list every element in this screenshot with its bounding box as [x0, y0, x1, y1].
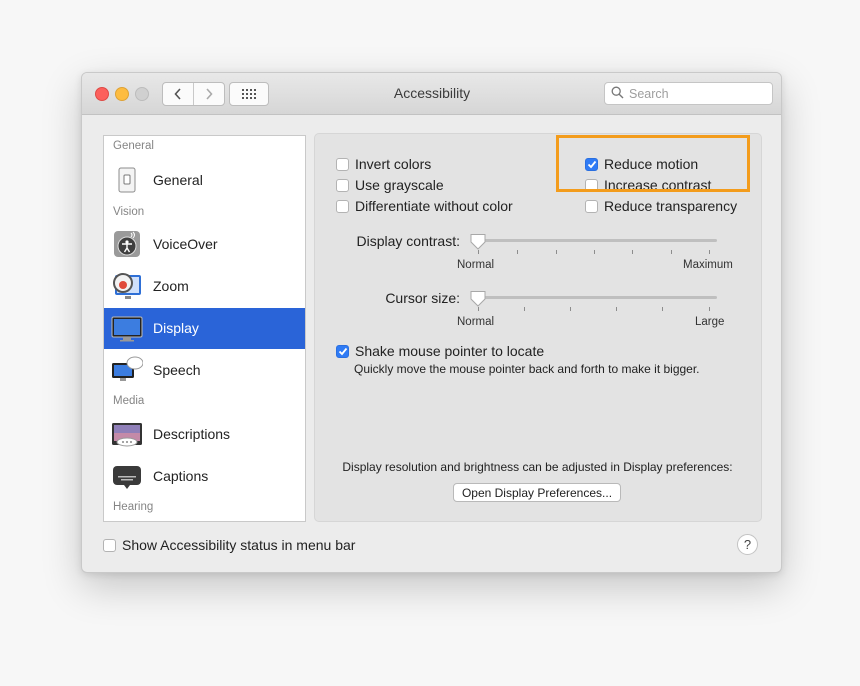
forward-button[interactable]	[193, 83, 224, 105]
sidebar-item-general[interactable]: General	[104, 160, 305, 201]
grid-icon	[242, 89, 256, 99]
slider-tick	[632, 250, 633, 254]
search-input[interactable]	[627, 85, 769, 103]
sidebar-item-label: Zoom	[153, 278, 189, 294]
speech-icon	[111, 354, 144, 386]
shake-pointer-checkbox[interactable]: Shake mouse pointer to locate	[336, 343, 544, 359]
accessibility-window: Accessibility General General Vision	[81, 72, 782, 573]
display-preferences-note: Display resolution and brightness can be…	[342, 460, 733, 474]
slider-tick	[671, 250, 672, 254]
slider-tick	[570, 307, 571, 311]
display-contrast-max-label: Maximum	[683, 259, 733, 271]
cursor-size-slider-thumb[interactable]	[469, 290, 487, 308]
show-all-button[interactable]	[229, 82, 269, 106]
checkmark-icon	[338, 347, 347, 355]
show-status-in-menu-bar-checkbox[interactable]: Show Accessibility status in menu bar	[103, 537, 355, 553]
sidebar-item-label: Display	[153, 320, 199, 336]
descriptions-icon	[111, 418, 143, 450]
sidebar-item-captions[interactable]: Captions	[104, 456, 305, 497]
highlight-box	[556, 135, 750, 192]
general-switch-icon	[111, 164, 143, 196]
sidebar-group-general: General	[113, 140, 154, 152]
checkbox-box[interactable]	[336, 199, 349, 213]
checkbox-box[interactable]	[336, 344, 349, 358]
sidebar-item-label: Descriptions	[153, 426, 231, 442]
sidebar-item-label: Speech	[153, 362, 201, 378]
window-title: Accessibility	[393, 85, 471, 101]
checkbox-label: Differentiate without color	[355, 198, 513, 214]
sidebar-item-label: General	[153, 172, 203, 188]
category-sidebar: General General Vision VoiceOver Zoom Di…	[103, 135, 306, 522]
help-button[interactable]: ?	[737, 534, 758, 555]
slider-tick	[709, 250, 710, 254]
close-button[interactable]	[95, 87, 109, 101]
display-contrast-label: Display contrast:	[356, 233, 460, 249]
shake-pointer-description: Quickly move the mouse pointer back and …	[354, 362, 700, 376]
slider-tick	[594, 250, 595, 254]
chevron-right-icon	[206, 88, 213, 100]
reduce-transparency-checkbox[interactable]: Reduce transparency	[585, 198, 737, 214]
slider-tick	[524, 307, 525, 311]
sidebar-group-vision: Vision	[113, 206, 145, 218]
cursor-size-min-label: Normal	[457, 316, 495, 328]
cursor-size-max-label: Large	[695, 316, 725, 328]
differentiate-without-color-checkbox[interactable]: Differentiate without color	[336, 198, 513, 214]
checkbox-box[interactable]	[336, 157, 349, 171]
sidebar-item-display[interactable]: Display	[104, 308, 305, 349]
checkbox-box[interactable]	[585, 199, 598, 213]
slider-tick	[616, 307, 617, 311]
sidebar-group-hearing: Hearing	[113, 501, 154, 513]
slider-tick	[517, 250, 518, 254]
captions-icon	[111, 460, 143, 492]
chevron-left-icon	[174, 88, 181, 100]
nav-buttons	[162, 82, 225, 106]
open-display-preferences-button[interactable]: Open Display Preferences...	[453, 483, 621, 502]
cursor-size-track[interactable]	[478, 296, 717, 299]
sidebar-group-media: Media	[113, 395, 145, 407]
zoom-button[interactable]	[135, 87, 149, 101]
slider-tick	[556, 250, 557, 254]
display-contrast-slider-thumb[interactable]	[469, 233, 487, 251]
sidebar-item-descriptions[interactable]: Descriptions	[104, 414, 305, 455]
sidebar-item-label: Captions	[153, 468, 209, 484]
zoom-icon	[111, 270, 143, 302]
cursor-size-label: Cursor size:	[385, 290, 460, 306]
slider-tick	[709, 307, 710, 311]
search-icon	[611, 86, 624, 99]
slider-tick	[478, 307, 479, 311]
display-icon	[111, 312, 143, 344]
checkbox-label: Shake mouse pointer to locate	[355, 343, 545, 359]
sidebar-item-voiceover[interactable]: VoiceOver	[104, 224, 305, 265]
title-bar[interactable]: Accessibility	[82, 73, 781, 115]
voiceover-icon	[111, 228, 143, 260]
slider-tick	[662, 307, 663, 311]
search-field[interactable]	[604, 82, 773, 105]
invert-colors-checkbox[interactable]: Invert colors	[336, 156, 431, 172]
sidebar-item-zoom[interactable]: Zoom	[104, 266, 305, 307]
sidebar-item-speech[interactable]: Speech	[104, 350, 305, 391]
minimize-button[interactable]	[115, 87, 129, 101]
display-contrast-min-label: Normal	[457, 259, 495, 271]
display-contrast-track[interactable]	[478, 239, 717, 242]
checkbox-box[interactable]	[103, 538, 116, 552]
checkbox-label: Show Accessibility status in menu bar	[122, 537, 356, 553]
checkbox-label: Invert colors	[355, 156, 432, 172]
back-button[interactable]	[163, 83, 193, 105]
checkbox-label: Use grayscale	[355, 177, 444, 193]
use-grayscale-checkbox[interactable]: Use grayscale	[336, 177, 444, 193]
slider-tick	[478, 250, 479, 254]
checkbox-box[interactable]	[336, 178, 349, 192]
checkbox-label: Reduce transparency	[604, 198, 738, 214]
sidebar-item-label: VoiceOver	[153, 236, 218, 252]
